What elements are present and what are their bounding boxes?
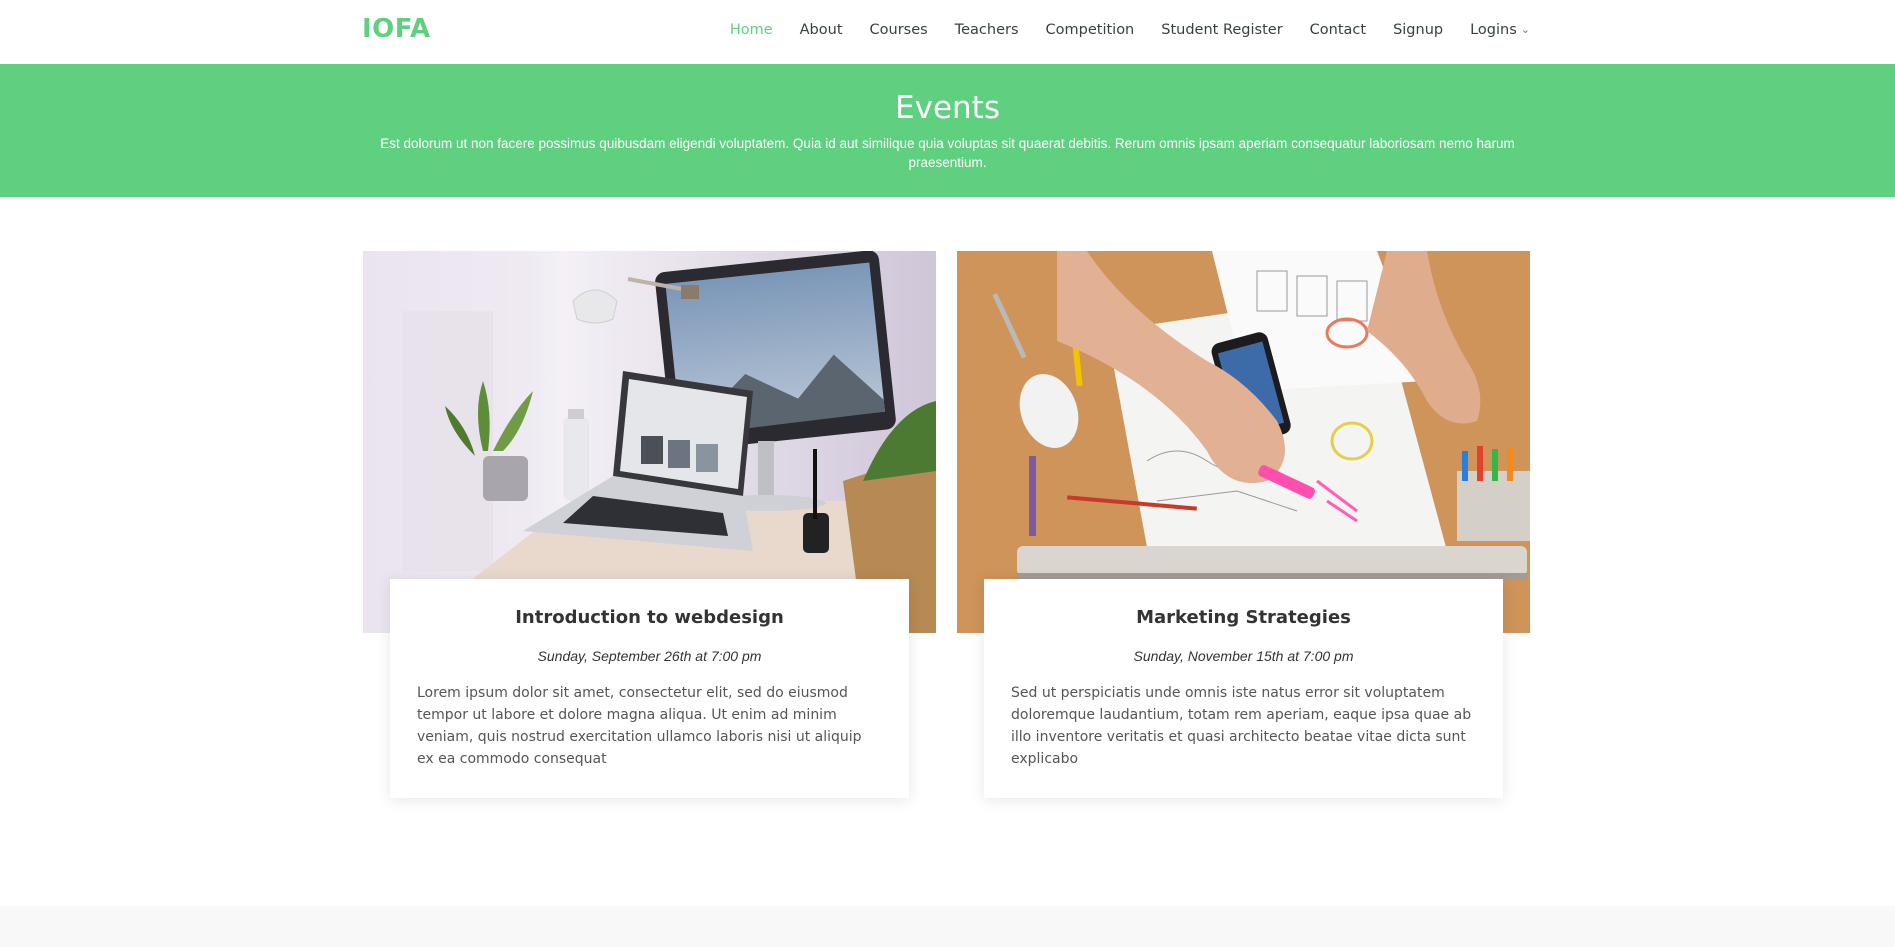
event-card: Marketing Strategies Sunday, November 15… xyxy=(957,251,1530,798)
nav-signup[interactable]: Signup xyxy=(1393,22,1443,38)
event-card-body: Introduction to webdesign Sunday, Septem… xyxy=(390,579,909,798)
sketching-illustration xyxy=(957,251,1530,633)
nav-about[interactable]: About xyxy=(800,22,843,38)
nav-home[interactable]: Home xyxy=(730,22,773,38)
event-date: Sunday, September 26th at 7:00 pm xyxy=(537,648,762,664)
chevron-down-icon: ⌄ xyxy=(1520,23,1530,36)
event-image-workspace xyxy=(363,251,936,633)
nav-competition[interactable]: Competition xyxy=(1046,22,1135,38)
event-description: Sed ut perspiciatis unde omnis iste natu… xyxy=(1011,685,1472,767)
main-nav: Home About Courses Teachers Competition … xyxy=(703,0,1530,60)
event-image-sketching xyxy=(957,251,1530,633)
site-header: IOFA Home About Courses Teachers Competi… xyxy=(0,0,1895,64)
nav-teachers[interactable]: Teachers xyxy=(955,22,1019,38)
nav-logins-dropdown[interactable]: Logins ⌄ xyxy=(1470,22,1530,38)
nav-courses[interactable]: Courses xyxy=(870,22,928,38)
workspace-illustration xyxy=(363,251,936,633)
event-title[interactable]: Marketing Strategies xyxy=(1011,607,1476,628)
nav-logins-label: Logins xyxy=(1470,22,1517,38)
page-title: Events xyxy=(895,90,1000,126)
page-hero: Events Est dolorum ut non facere possimu… xyxy=(0,64,1895,197)
event-description: Lorem ipsum dolor sit amet, consectetur … xyxy=(417,685,862,767)
nav-contact[interactable]: Contact xyxy=(1310,22,1366,38)
page-subtitle: Est dolorum ut non facere possimus quibu… xyxy=(380,136,1515,170)
site-logo[interactable]: IOFA xyxy=(362,14,431,44)
event-title[interactable]: Introduction to webdesign xyxy=(417,607,882,628)
event-date: Sunday, November 15th at 7:00 pm xyxy=(1133,648,1354,664)
nav-student-register[interactable]: Student Register xyxy=(1161,22,1282,38)
footer-strip xyxy=(0,906,1895,947)
event-card-body: Marketing Strategies Sunday, November 15… xyxy=(984,579,1503,798)
event-card: Introduction to webdesign Sunday, Septem… xyxy=(363,251,936,798)
